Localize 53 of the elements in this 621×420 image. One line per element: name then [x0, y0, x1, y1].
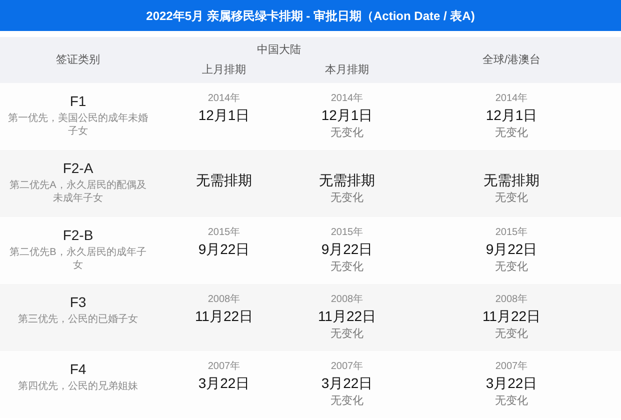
change-status: 无变化 — [495, 394, 528, 409]
date-text: 11月22日 — [194, 307, 254, 326]
change-status: 无变化 — [330, 394, 364, 409]
category-code: F1 — [70, 92, 86, 110]
year-text: 2015年 — [495, 226, 528, 239]
table-title: 2022年5月 亲属移民绿卡排期 - 审批日期（Action Date / 表A) — [0, 0, 621, 31]
year-text: 2008年 — [495, 293, 528, 306]
year-text: 2015年 — [330, 226, 364, 239]
category-code: F3 — [70, 293, 86, 311]
date-text: 无需排期 — [196, 171, 252, 190]
change-status: 无变化 — [495, 126, 528, 141]
date-text: 9月22日 — [486, 240, 538, 259]
change-status: 无变化 — [330, 260, 364, 275]
change-status: 无变化 — [495, 190, 528, 206]
year-text: 2008年 — [330, 293, 364, 306]
date-text: 无需排期 — [319, 171, 375, 190]
date-text: 12月1日 — [486, 106, 538, 125]
category-description: 第二优先A，永久居民的配偶及未成年子女 — [8, 179, 148, 205]
category-description: 第二优先B，永久居民的成年子女 — [8, 246, 148, 272]
date-text: 3月22日 — [321, 374, 373, 393]
date-text: 9月22日 — [198, 240, 250, 259]
change-status: 无变化 — [495, 260, 528, 275]
column-header: 全球/港澳台 — [482, 52, 541, 68]
date-text: 无需排期 — [484, 171, 540, 190]
date-text: 12月1日 — [198, 106, 250, 125]
category-description: 第一优先，美国公民的成年未婚子女 — [8, 112, 148, 138]
column-group-header: 中国大陆 — [257, 43, 301, 58]
year-text: 2007年 — [208, 360, 240, 373]
category-code: F2-B — [62, 226, 94, 244]
category-description: 第三优先，公民的已婚子女 — [17, 313, 139, 326]
category-description: 第四优先，公民的兄弟姐妹 — [17, 380, 139, 393]
date-text: 11月22日 — [482, 307, 541, 326]
category-code: F4 — [70, 360, 86, 378]
column-header: 本月排期 — [325, 62, 369, 78]
date-text: 3月22日 — [486, 374, 538, 393]
change-status: 无变化 — [330, 126, 364, 141]
date-text: 3月22日 — [198, 374, 250, 393]
year-text: 2007年 — [330, 360, 364, 373]
year-text: 2014年 — [208, 92, 240, 105]
change-status: 无变化 — [330, 190, 364, 206]
date-text: 11月22日 — [318, 307, 376, 326]
column-header: 签证类别 — [56, 52, 100, 68]
date-text: 9月22日 — [321, 240, 373, 259]
year-text: 2014年 — [495, 92, 528, 105]
change-status: 无变化 — [495, 326, 528, 342]
year-text: 2014年 — [330, 92, 364, 105]
year-text: 2007年 — [495, 360, 528, 373]
date-text: 12月1日 — [321, 106, 373, 125]
year-text: 2015年 — [208, 226, 240, 239]
category-code: F2-A — [62, 159, 94, 177]
column-header: 上月排期 — [202, 62, 246, 78]
change-status: 无变化 — [330, 326, 364, 342]
year-text: 2008年 — [208, 293, 240, 306]
